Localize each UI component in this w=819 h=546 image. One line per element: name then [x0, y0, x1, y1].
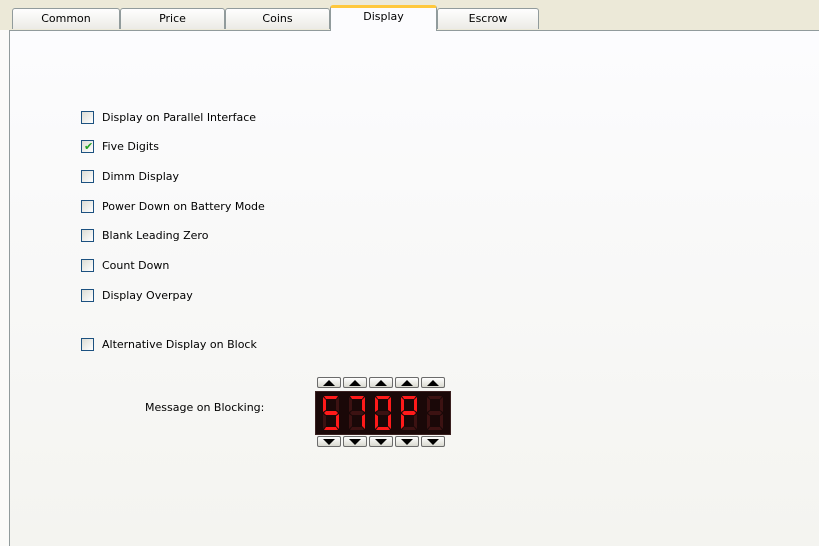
segment-f — [427, 397, 430, 412]
digit-up-buttons — [317, 377, 445, 388]
tab-common[interactable]: Common — [12, 8, 120, 29]
segment-e — [427, 414, 430, 429]
segment-d — [376, 427, 390, 430]
arrow-up-icon — [427, 379, 439, 386]
checkbox-box[interactable]: ✔ — [81, 140, 94, 153]
segment-g — [428, 411, 442, 415]
segment-d — [402, 427, 416, 430]
tab-coins[interactable]: Coins — [225, 8, 330, 29]
checkbox-box[interactable] — [81, 338, 94, 351]
segment-g — [324, 411, 338, 415]
checkbox-box[interactable] — [81, 170, 94, 183]
segment-c — [440, 414, 443, 429]
checkbox-five-digits[interactable]: ✔ Five Digits — [81, 139, 159, 154]
segment-digit-4 — [401, 396, 417, 430]
seven-segment-display — [315, 391, 451, 435]
digit-4-up-button[interactable] — [395, 377, 419, 388]
checkbox-dimm-display[interactable]: Dimm Display — [81, 169, 179, 184]
checkbox-power-down-on-battery-mode[interactable]: Power Down on Battery Mode — [81, 199, 265, 214]
segment-e — [401, 414, 404, 429]
digit-3-down-button[interactable] — [369, 436, 393, 447]
segment-d — [428, 427, 442, 430]
digit-1-up-button[interactable] — [317, 377, 341, 388]
segment-e — [375, 414, 378, 429]
segment-e — [349, 414, 352, 429]
checkbox-box[interactable] — [81, 111, 94, 124]
segment-digit-1 — [323, 396, 339, 430]
checkbox-label: Power Down on Battery Mode — [102, 200, 265, 213]
segment-b — [336, 397, 339, 412]
segment-b — [362, 397, 365, 412]
segment-b — [388, 397, 391, 412]
arrow-up-icon — [349, 379, 361, 386]
segment-b — [440, 397, 443, 412]
arrow-up-icon — [323, 379, 335, 386]
checkbox-label: Alternative Display on Block — [102, 338, 257, 351]
arrow-down-icon — [375, 438, 387, 445]
checkbox-box[interactable] — [81, 259, 94, 272]
segment-c — [362, 414, 365, 429]
checkbox-box[interactable] — [81, 200, 94, 213]
checkbox-count-down[interactable]: Count Down — [81, 258, 169, 273]
segment-f — [323, 397, 326, 412]
segment-d — [350, 427, 364, 430]
tab-display[interactable]: Display — [330, 5, 437, 31]
tab-strip: Common Price Coins Display Escrow — [0, 0, 819, 31]
segment-digit-3 — [375, 396, 391, 430]
arrow-down-icon — [427, 438, 439, 445]
message-on-blocking-label: Message on Blocking: — [145, 401, 265, 414]
digit-5-up-button[interactable] — [421, 377, 445, 388]
checkbox-label: Count Down — [102, 259, 170, 272]
segment-a — [428, 396, 442, 399]
tab-price[interactable]: Price — [120, 8, 225, 29]
digit-4-down-button[interactable] — [395, 436, 419, 447]
digit-2-down-button[interactable] — [343, 436, 367, 447]
digit-down-buttons — [317, 436, 445, 447]
segment-f — [375, 397, 378, 412]
checkbox-label: Display Overpay — [102, 289, 193, 302]
checkbox-label: Blank Leading Zero — [102, 229, 209, 242]
segment-a — [350, 396, 364, 399]
segment-g — [376, 411, 390, 415]
segment-c — [388, 414, 391, 429]
segment-c — [414, 414, 417, 429]
checkbox-blank-leading-zero[interactable]: Blank Leading Zero — [81, 228, 208, 243]
segment-f — [401, 397, 404, 412]
segment-digit-2 — [349, 396, 365, 430]
digit-5-down-button[interactable] — [421, 436, 445, 447]
arrow-down-icon — [349, 438, 361, 445]
checkbox-display-on-parallel-interface[interactable]: Display on Parallel Interface — [81, 110, 256, 125]
digit-1-down-button[interactable] — [317, 436, 341, 447]
segment-c — [336, 414, 339, 429]
arrow-up-icon — [401, 379, 413, 386]
segment-a — [376, 396, 390, 399]
digit-2-up-button[interactable] — [343, 377, 367, 388]
checkbox-label: Display on Parallel Interface — [102, 111, 257, 124]
checkbox-box[interactable] — [81, 289, 94, 302]
checkbox-display-overpay[interactable]: Display Overpay — [81, 288, 193, 303]
segment-g — [402, 411, 416, 415]
segment-a — [402, 396, 416, 399]
checkbox-box[interactable] — [81, 229, 94, 242]
arrow-up-icon — [375, 379, 387, 386]
segment-b — [414, 397, 417, 412]
segment-f — [349, 397, 352, 412]
arrow-down-icon — [401, 438, 413, 445]
segment-g — [350, 411, 364, 415]
checkmark-icon: ✔ — [84, 140, 94, 153]
digit-3-up-button[interactable] — [369, 377, 393, 388]
checkbox-label: Five Digits — [102, 140, 159, 153]
tab-escrow[interactable]: Escrow — [437, 8, 539, 29]
checkbox-alternative-display-on-block[interactable]: Alternative Display on Block — [81, 337, 257, 352]
segment-e — [323, 414, 326, 429]
arrow-down-icon — [323, 438, 335, 445]
checkbox-label: Dimm Display — [102, 170, 179, 183]
segment-digit-5 — [427, 396, 443, 430]
segment-d — [324, 427, 338, 430]
segment-a — [324, 396, 338, 399]
